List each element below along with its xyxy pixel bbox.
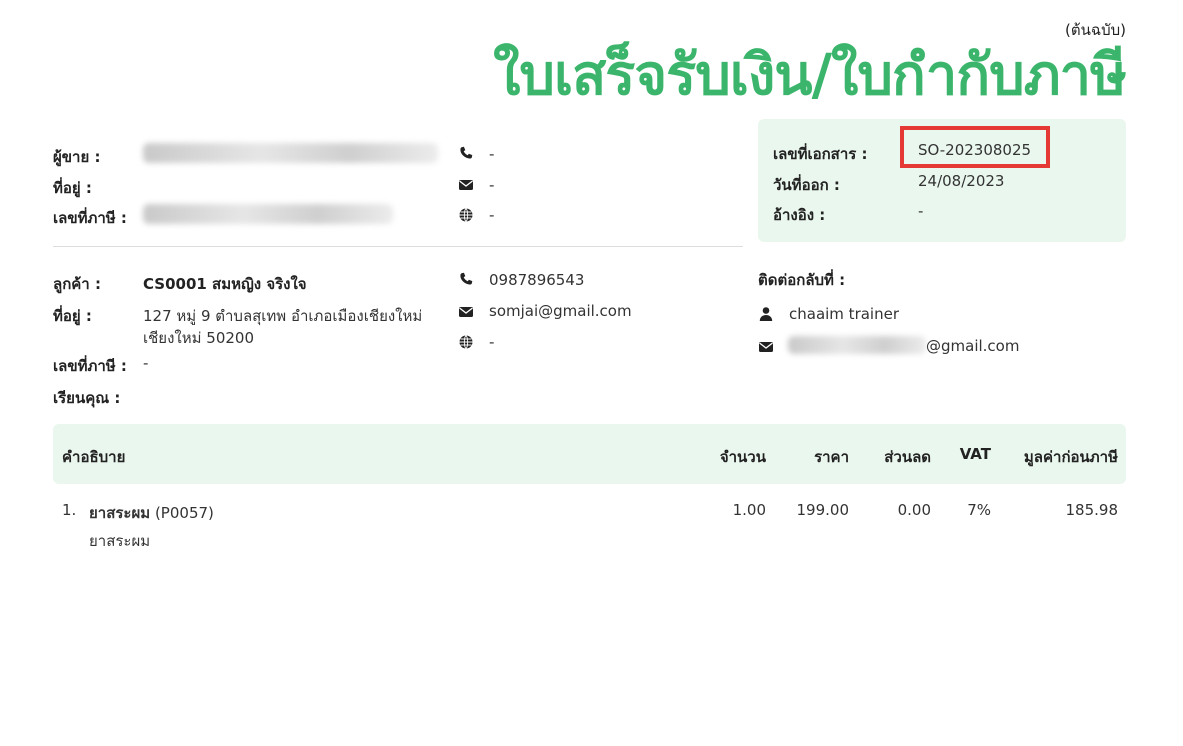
row-pretax: 185.98 xyxy=(1065,501,1119,519)
row-vat: 7% xyxy=(967,501,991,519)
reference-value: - xyxy=(918,202,924,220)
seller-phone: - xyxy=(489,145,495,163)
seller-name-redacted xyxy=(143,143,438,163)
customer-address-line1: 127 หมู่ 9 ตำบลสุเทพ อำเภอเมืองเชียงใหม่ xyxy=(143,307,423,325)
row-qty: 1.00 xyxy=(732,501,766,519)
col-discount: ส่วนลด xyxy=(884,448,931,466)
doc-no-highlight xyxy=(900,126,1050,168)
customer-website: - xyxy=(489,333,495,351)
attention-label: เรียนคุณ : xyxy=(53,389,121,407)
seller-label: ผู้ขาย : xyxy=(53,148,101,166)
seller-tax-id-redacted xyxy=(143,204,393,224)
customer-email: somjai@gmail.com xyxy=(489,302,632,320)
globe-icon xyxy=(459,335,473,349)
col-price: ราคา xyxy=(814,448,849,466)
col-vat: VAT xyxy=(959,445,991,463)
seller-tax-label: เลขที่ภาษี : xyxy=(53,209,127,227)
seller-website: - xyxy=(489,206,495,224)
document-title: ใบเสร็จรับเงิน/ใบกำกับภาษี xyxy=(493,43,1127,108)
customer-tax-label: เลขที่ภาษี : xyxy=(53,357,127,375)
customer-tax-id: - xyxy=(143,354,149,372)
customer-name: CS0001 สมหญิง จริงใจ xyxy=(143,275,307,293)
contact-label: ติดต่อกลับที่ : xyxy=(758,271,846,289)
row-product-code: (P0057) xyxy=(154,504,214,522)
customer-address-line2: เชียงใหม่ 50200 xyxy=(143,329,255,347)
envelope-icon xyxy=(759,342,773,352)
row-product-name: ยาสระผม xyxy=(89,504,151,522)
issue-date-value: 24/08/2023 xyxy=(918,172,1005,190)
envelope-icon xyxy=(459,307,473,317)
col-qty: จำนวน xyxy=(719,448,766,466)
seller-address-label: ที่อยู่ : xyxy=(53,179,92,197)
col-description: คำอธิบาย xyxy=(62,448,126,466)
seller-email: - xyxy=(489,176,495,194)
globe-icon xyxy=(459,208,473,222)
envelope-icon xyxy=(459,180,473,190)
col-pretax: มูลค่าก่อนภาษี xyxy=(1023,448,1118,466)
user-icon xyxy=(759,307,773,321)
customer-address-label: ที่อยู่ : xyxy=(53,307,92,325)
phone-icon xyxy=(460,272,473,285)
row-product: ยาสระผม (P0057) xyxy=(89,501,214,525)
contact-name: chaaim trainer xyxy=(789,305,899,323)
contact-email-redacted xyxy=(788,336,926,354)
customer-phone: 0987896543 xyxy=(489,271,585,289)
doc-no-label: เลขที่เอกสาร : xyxy=(773,145,868,163)
row-discount: 0.00 xyxy=(897,501,931,519)
section-divider xyxy=(53,246,743,247)
row-product-detail: ยาสระผม xyxy=(89,532,151,550)
row-index: 1. xyxy=(62,501,77,519)
issue-date-label: วันที่ออก : xyxy=(773,176,840,194)
reference-label: อ้างอิง : xyxy=(773,206,826,224)
phone-icon xyxy=(460,146,473,159)
customer-label: ลูกค้า : xyxy=(53,275,101,293)
contact-email-suffix: @gmail.com xyxy=(926,337,1020,355)
row-price: 199.00 xyxy=(796,501,850,519)
